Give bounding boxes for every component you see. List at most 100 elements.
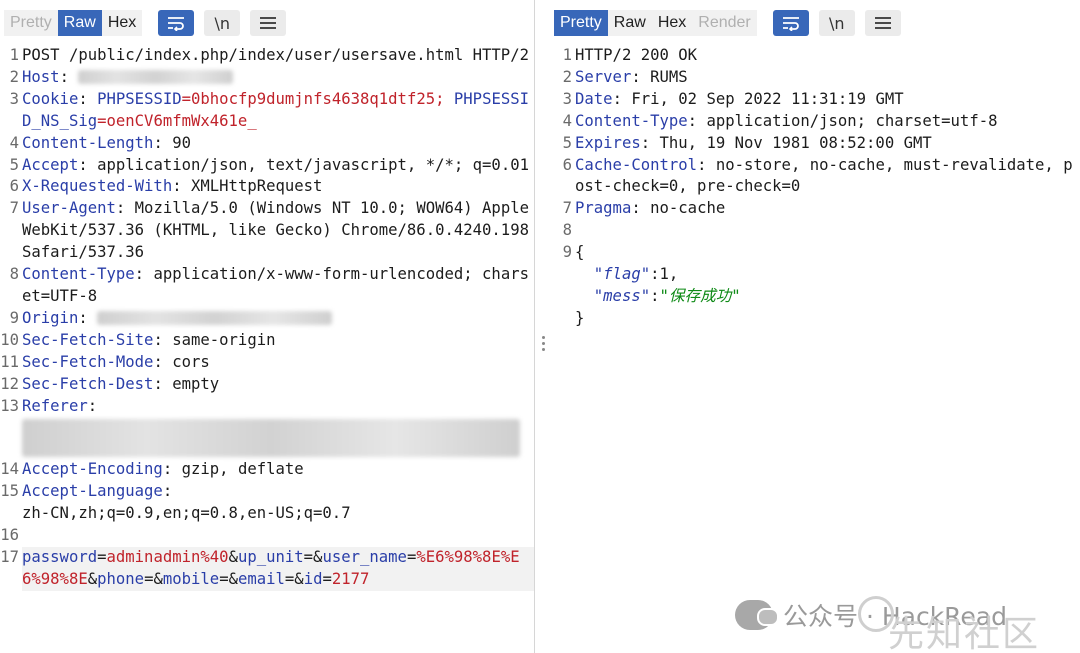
json-open-brace: {: [575, 243, 585, 262]
response-tab-pretty[interactable]: Pretty: [554, 10, 608, 36]
code-line: 5 Expires: Thu, 19 Nov 1981 08:52:00 GMT: [562, 133, 932, 152]
code-line: 2 Host:: [0, 67, 534, 89]
code-line: 8: [562, 221, 572, 240]
header-name: Date: [575, 89, 613, 108]
header-name: Content-Type: [22, 265, 135, 284]
code-line: 15 Accept-Language: zh-CN,zh;q=0.9,en;q=0.…: [0, 482, 351, 523]
header-name: Referer: [22, 396, 88, 415]
header-name: Cookie: [22, 89, 79, 108]
redacted-blur: [22, 419, 520, 458]
code-line: 3 Date: Fri, 02 Sep 2022 11:31:19 GMT: [562, 89, 904, 108]
header-name: User-Agent: [22, 199, 116, 218]
cookie-value: 0bhocfp9dumjnfs4638q1dtf25: [191, 89, 436, 108]
code-line: 4 Content-Length: 90: [9, 133, 191, 152]
code-line: 5 Accept: application/json, text/javascri…: [9, 155, 529, 174]
json-key: "mess": [593, 286, 651, 305]
code-line: 11 Sec-Fetch-Mode: cors: [0, 352, 210, 371]
header-name: X-Requested-With: [22, 177, 173, 196]
wrap-lines-icon[interactable]: [158, 10, 195, 36]
code-line: 7 User-Agent: Mozilla/5.0 (Windows NT 10.…: [0, 198, 534, 264]
request-tab-pretty[interactable]: Pretty: [4, 10, 58, 36]
redacted-blur: [97, 311, 333, 326]
header-name: Sec-Fetch-Site: [22, 330, 154, 349]
cookie-value: oenCV6mfmWx461e_: [106, 111, 257, 130]
newline-toggle-icon[interactable]: \n: [204, 10, 241, 36]
header-value: application/json; charset=utf-8: [706, 111, 998, 130]
code-line: 3 Cookie: PHPSESSID=0bhocfp9dumjnfs4638q1…: [9, 89, 530, 130]
code-line: }: [553, 308, 1080, 330]
header-name: Sec-Fetch-Dest: [22, 374, 154, 393]
header-name: Accept-Language: [22, 482, 163, 501]
header-value: application/json, text/javascript, */*; …: [97, 155, 529, 174]
wechat-icon: [735, 600, 779, 630]
wrap-lines-icon[interactable]: [772, 10, 809, 36]
code-line: 2 Server: RUMS: [562, 67, 688, 86]
code-line: 1 POST /public/index.php/index/user/users…: [0, 45, 534, 67]
code-line: 1 HTTP/2 200 OK: [553, 45, 1080, 67]
header-value: same-origin: [172, 330, 276, 349]
code-line: 8 Content-Type: application/x-www-form-ur…: [9, 265, 529, 305]
json-string: "保存成功": [659, 286, 741, 305]
code-line: "mess":"保存成功": [593, 286, 741, 305]
divider-grip-dot[interactable]: [542, 342, 545, 345]
header-value: XMLHttpRequest: [191, 177, 323, 196]
hamburger-menu-icon[interactable]: [864, 10, 901, 36]
cookie-name: PHPSESSID: [97, 89, 182, 108]
json-key: "flag": [593, 265, 651, 284]
pane-divider[interactable]: [534, 0, 553, 653]
hamburger-menu-icon[interactable]: [250, 10, 287, 36]
header-name: Accept: [22, 155, 79, 174]
code-line: 13 Referer:: [0, 396, 98, 415]
watermark-site: 先知社区: [888, 614, 1041, 653]
code-line: 9 Origin:: [0, 308, 534, 330]
header-name: Host: [22, 67, 60, 86]
code-line: 12 Sec-Fetch-Dest: empty: [0, 374, 220, 393]
response-tab-render[interactable]: Render: [692, 10, 757, 36]
json-close-brace: }: [575, 308, 585, 327]
request-tab-hex[interactable]: Hex: [101, 10, 143, 36]
header-value: gzip, deflate: [181, 460, 304, 479]
response-pane: Pretty Raw Hex Render \n 1 HTTP/2 200 OK …: [553, 0, 1080, 653]
json-number: 1: [659, 265, 669, 284]
header-value: Fri, 02 Sep 2022 11:31:19 GMT: [631, 89, 904, 108]
divider-grip-dot[interactable]: [542, 336, 545, 339]
header-name: Pragma: [575, 199, 632, 218]
code-line: 6 X-Requested-With: XMLHttpRequest: [9, 177, 323, 196]
request-editor[interactable]: 1 POST /public/index.php/index/user/users…: [0, 45, 534, 591]
code-line: 17 password=adminadmin%40&up_unit=&user_n…: [0, 547, 534, 591]
header-name: Origin: [22, 308, 79, 327]
response-view-tabs: Pretty Raw Hex Render: [554, 10, 757, 36]
request-pane: Pretty Raw Hex \n 1 POST /public/index.ph…: [0, 0, 534, 653]
code-line: 14 Accept-Encoding: gzip, deflate: [0, 460, 304, 479]
request-body: password=adminadmin%40&up_unit=&user_nam…: [22, 547, 534, 591]
header-value: 90: [172, 133, 191, 152]
code-line: [0, 417, 534, 459]
code-line: 10 Sec-Fetch-Site: same-origin: [0, 330, 276, 349]
header-value: empty: [172, 374, 220, 393]
response-editor[interactable]: 1 HTTP/2 200 OK 2 Server: RUMS 3 Date: Fri,…: [553, 45, 1080, 330]
code-line: 4 Content-Type: application/json; charset…: [562, 111, 998, 130]
newline-toggle-icon[interactable]: \n: [818, 10, 855, 36]
header-name: Cache-Control: [575, 155, 698, 174]
divider-grip-dot[interactable]: [542, 348, 545, 351]
header-name: Server: [575, 67, 632, 86]
code-line: 16: [0, 526, 19, 545]
header-name: Sec-Fetch-Mode: [22, 352, 154, 371]
header-value: RUMS: [650, 67, 688, 86]
header-value: cors: [172, 352, 210, 371]
header-name: Content-Length: [22, 133, 154, 152]
redacted-blur: [78, 70, 234, 85]
code-line: "flag":1,: [593, 265, 679, 284]
request-tab-raw[interactable]: Raw: [57, 10, 102, 36]
header-name: Accept-Encoding: [22, 460, 163, 479]
header-value: Thu, 19 Nov 1981 08:52:00 GMT: [659, 133, 932, 152]
response-tab-raw[interactable]: Raw: [607, 10, 652, 36]
request-line: POST /public/index.php/index/user/usersa…: [22, 46, 529, 64]
header-value: zh-CN,zh;q=0.9,en;q=0.8,en-US;q=0.7: [22, 504, 351, 523]
code-line: 7 Pragma: no-cache: [562, 199, 726, 218]
code-line: 6 Cache-Control: no-store, no-cache, must…: [562, 155, 1073, 196]
header-name: Expires: [575, 133, 641, 152]
response-tab-hex[interactable]: Hex: [651, 10, 693, 36]
header-name: Content-Type: [575, 111, 688, 130]
response-toolbar: Pretty Raw Hex Render \n: [554, 8, 901, 38]
